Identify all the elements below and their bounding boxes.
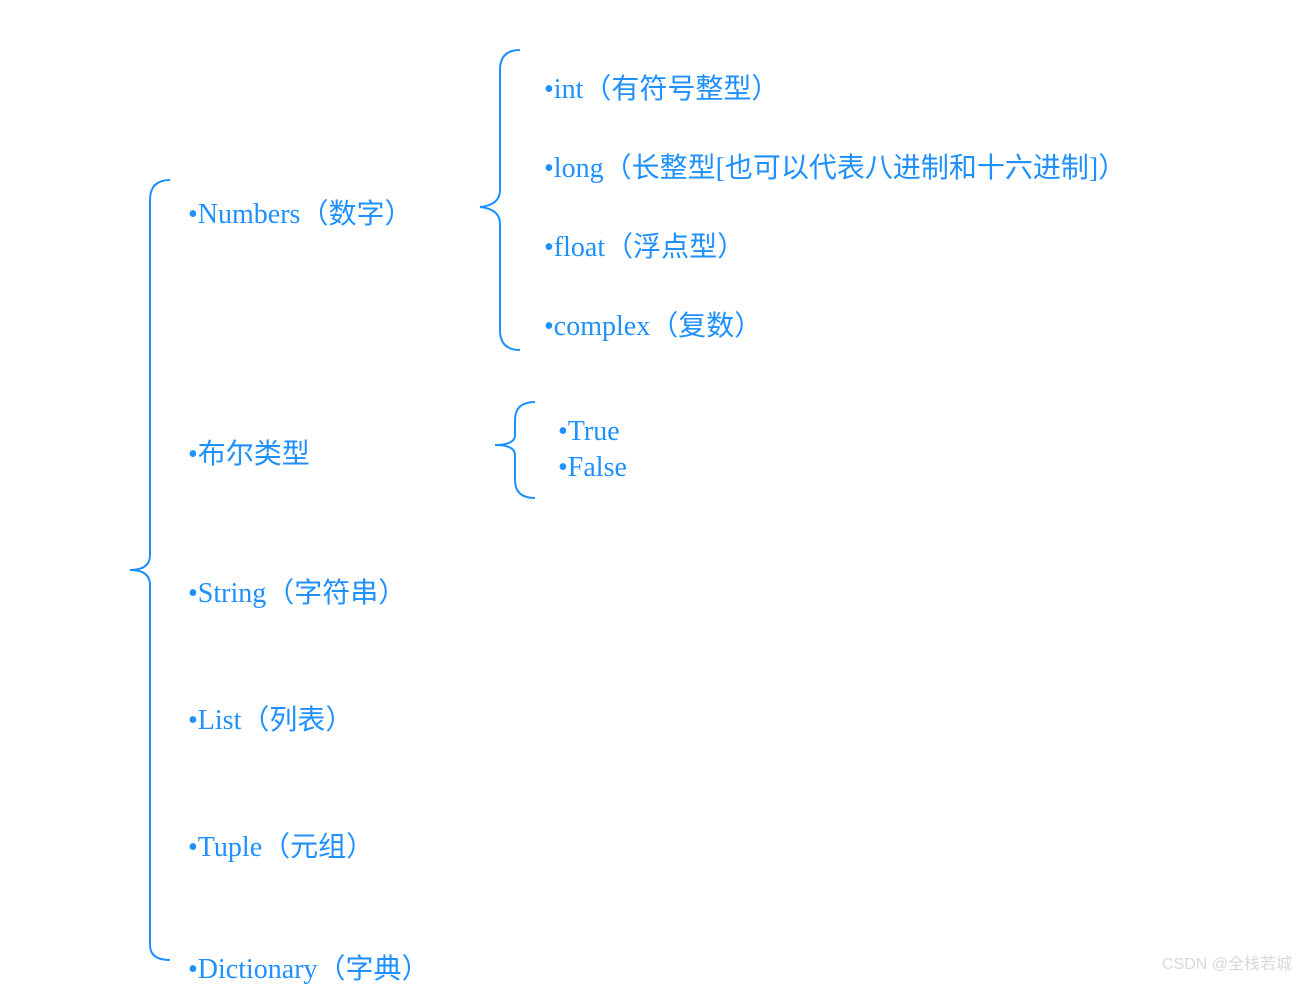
numtype-float: •float（浮点型） — [544, 225, 745, 265]
type-numbers: •Numbers（数字） — [188, 192, 412, 232]
numtype-long: •long（长整型[也可以代表八进制和十六进制]） — [544, 146, 1126, 186]
type-list: •List（列表） — [188, 698, 353, 738]
type-dictionary: •Dictionary（字典） — [188, 947, 430, 987]
numtype-int: •int（有符号整型） — [544, 67, 779, 107]
type-boolean: •布尔类型 — [188, 432, 310, 472]
booltype-false: •False — [558, 452, 627, 484]
numtype-complex: •complex（复数） — [544, 304, 762, 344]
booltype-true: •True — [558, 416, 620, 448]
type-string: •String（字符串） — [188, 571, 406, 611]
watermark: CSDN @全栈若城 — [1162, 950, 1292, 974]
type-tuple: •Tuple（元组） — [188, 825, 374, 865]
